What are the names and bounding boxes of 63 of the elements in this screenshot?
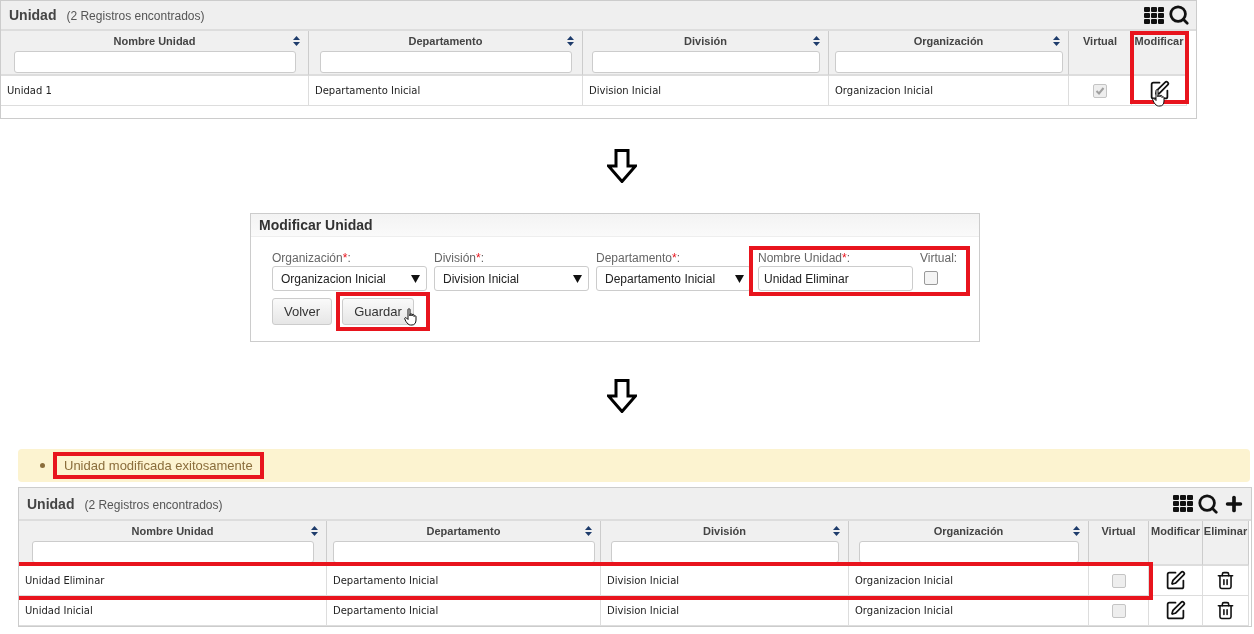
bullet-icon [40, 463, 45, 468]
select-field[interactable]: Division Inicial [434, 266, 589, 291]
sort-icon[interactable] [567, 36, 574, 46]
select-field[interactable]: Organizacion Inicial [272, 266, 427, 291]
table-cell: Division Inicial [589, 85, 662, 96]
grid-icon[interactable] [1173, 495, 1193, 512]
search-icon[interactable] [1168, 4, 1190, 26]
record-count: (2 Registros encontrados) [84, 497, 223, 512]
field-label: Virtual: [920, 251, 959, 265]
caret-down-icon [411, 274, 420, 283]
filter-field[interactable] [319, 51, 572, 73]
table-cell: Organizacion Inicial [855, 575, 953, 586]
column-header: Virtual [1069, 31, 1132, 76]
field-label: Nombre Unidad*: [758, 251, 852, 265]
sort-icon[interactable] [585, 526, 592, 536]
down-arrow-icon [607, 149, 637, 183]
filter-field[interactable] [591, 51, 820, 73]
caret-down-icon [735, 274, 744, 283]
table-cell: Organizacion Inicial [855, 605, 953, 616]
sort-icon[interactable] [293, 36, 300, 46]
column-header[interactable]: División [583, 31, 829, 76]
table-cell: Departamento Inicial [315, 85, 421, 96]
column-header[interactable]: Nombre Unidad [1, 31, 309, 76]
sort-icon[interactable] [1073, 526, 1080, 536]
table-cell: Unidad Inicial [25, 605, 93, 616]
filter-field[interactable] [332, 541, 595, 563]
search-icon[interactable] [1197, 492, 1219, 515]
panel-title: Unidad [9, 7, 57, 23]
checkbox[interactable] [924, 271, 938, 285]
record-count: (2 Registros encontrados) [66, 9, 205, 23]
success-message: Unidad modificada exitosamente [53, 452, 264, 479]
table-cell: Unidad Eliminar [25, 575, 105, 586]
table-cell: Departamento Inicial [333, 605, 439, 616]
sort-icon[interactable] [1053, 36, 1060, 46]
filter-field[interactable] [834, 51, 1063, 73]
panel-title: Unidad [27, 495, 75, 512]
column-header: Modificar [1149, 521, 1203, 566]
down-arrow-icon [607, 378, 637, 413]
select-field[interactable]: Departamento Inicial [596, 266, 751, 291]
column-header[interactable]: Organización [829, 31, 1069, 76]
column-header[interactable]: Departamento [309, 31, 583, 76]
sort-icon[interactable] [813, 36, 820, 46]
table-cell: Division Inicial [607, 575, 680, 586]
grid-icon[interactable] [1144, 6, 1164, 24]
sort-icon[interactable] [311, 526, 318, 536]
form-button[interactable]: Guardar [342, 298, 414, 325]
field-label: Departamento*: [596, 251, 682, 265]
table-cell: Division Inicial [607, 605, 680, 616]
column-header: Eliminar [1203, 521, 1249, 566]
form-button[interactable]: Volver [272, 298, 333, 325]
filter-field[interactable] [610, 541, 839, 563]
field-label: División*: [434, 251, 486, 265]
table-cell: Unidad 1 [7, 85, 52, 96]
field-label: Organización*: [272, 251, 352, 265]
sort-icon[interactable] [833, 526, 840, 536]
form-title: Modificar Unidad [259, 217, 373, 233]
filter-field[interactable] [31, 541, 314, 563]
filter-field[interactable] [858, 541, 1079, 563]
table-cell: Departamento Inicial [333, 575, 439, 586]
name-input[interactable]: Unidad Eliminar [758, 266, 913, 291]
table-cell: Organizacion Inicial [835, 85, 933, 96]
filter-field[interactable] [13, 51, 296, 73]
caret-down-icon [573, 274, 582, 283]
